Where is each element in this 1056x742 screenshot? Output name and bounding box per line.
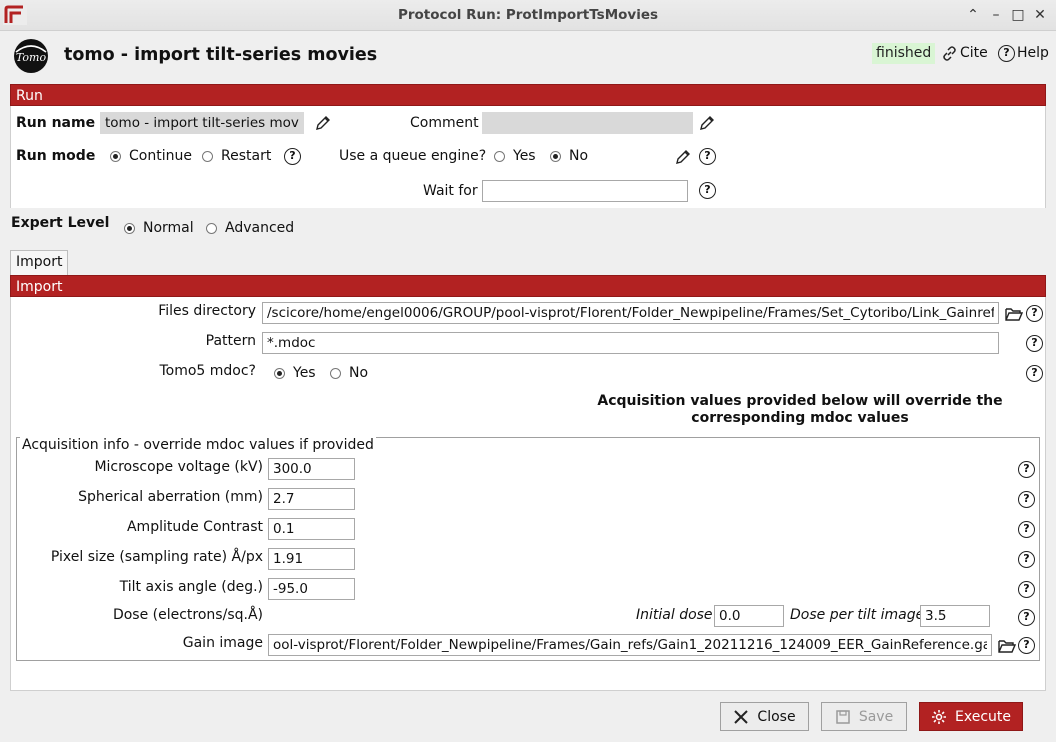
acquisition-legend: Acquisition info - override mdoc values … [20,437,376,453]
execute-button[interactable]: Execute [919,702,1023,731]
pattern-label: Pattern [205,333,256,349]
radio-unselected-icon [494,150,505,162]
help-icon[interactable]: ? [1018,521,1035,538]
help-icon[interactable]: ? [1018,609,1035,626]
pixel-size-input[interactable] [268,548,355,570]
cite-label: Cite [960,45,988,61]
status-badge: finished [872,43,936,64]
radio-selected-icon [550,150,561,162]
pencil-icon[interactable] [698,114,716,132]
tomo5-mdoc-label: Tomo5 mdoc? [159,363,256,379]
radio-unselected-icon [206,222,217,234]
override-note: Acquisition values provided below will o… [597,393,1003,426]
voltage-input[interactable] [268,458,355,480]
help-icon[interactable]: ? [1026,335,1043,352]
radio-selected-icon [110,150,121,162]
folder-open-icon[interactable] [998,638,1016,654]
page-title: tomo - import tilt-series movies [64,45,378,65]
run-section-header: Run [10,84,1046,106]
wait-for-input[interactable] [482,180,688,202]
spherical-aberration-input[interactable] [268,488,355,510]
pattern-input[interactable] [262,332,999,354]
close-button[interactable]: Close [720,702,809,731]
help-icon[interactable]: ? [1026,365,1043,382]
radio-unselected-icon [202,150,213,162]
files-directory-input[interactable] [262,302,999,324]
pencil-icon[interactable] [674,148,692,166]
tilt-axis-label: Tilt axis angle (deg.) [119,579,263,595]
help-icon[interactable]: ? [1018,581,1035,598]
voltage-label: Microscope voltage (kV) [94,459,263,475]
gain-image-label: Gain image [182,635,263,651]
dose-per-tilt-label: Dose per tilt image [790,607,925,623]
tomo-logo-icon: Tomo [14,39,48,73]
gear-icon [932,709,946,724]
comment-input[interactable] [482,112,693,134]
help-icon[interactable]: ? [699,148,716,165]
wait-for-label: Wait for [423,183,478,199]
folder-open-icon[interactable] [1005,306,1023,322]
queue-yes-radio[interactable]: Yes [494,148,536,164]
queue-engine-label: Use a queue engine? [339,148,487,164]
run-name-label: Run name [16,115,96,131]
radio-selected-icon [124,222,135,234]
app-icon [3,5,27,25]
spherical-aberration-label: Spherical aberration (mm) [78,489,263,505]
help-icon[interactable]: ? [1018,551,1035,568]
queue-no-radio[interactable]: No [550,148,588,164]
save-button[interactable]: Save [821,702,907,731]
tilt-axis-input[interactable] [268,578,355,600]
help-button[interactable]: ? Help [998,43,1049,64]
pixel-size-label: Pixel size (sampling rate) Å/px [50,549,263,565]
window-title: Protocol Run: ProtImportTsMovies [397,7,659,23]
expert-normal-radio[interactable]: Normal [124,220,194,236]
initial-dose-input[interactable] [714,605,784,627]
help-icon[interactable]: ? [699,182,716,199]
chevron-up-icon[interactable]: ⌃ [964,6,982,24]
cite-button[interactable]: Cite [941,43,988,64]
initial-dose-label: Initial dose [636,607,713,623]
amplitude-contrast-input[interactable] [268,518,355,540]
run-mode-label: Run mode [16,148,96,164]
help-icon[interactable]: ? [1026,305,1043,322]
files-directory-label: Files directory [158,303,256,319]
import-section-header: Import [10,275,1046,297]
minimize-icon[interactable]: – [987,6,1005,24]
radio-selected-icon [274,367,285,379]
svg-text:Tomo: Tomo [16,51,47,64]
expert-advanced-radio[interactable]: Advanced [206,220,294,236]
close-x-icon [734,709,749,724]
run-mode-restart-radio[interactable]: Restart [202,148,271,164]
help-icon[interactable]: ? [284,148,301,165]
run-name-input[interactable] [100,112,304,134]
window-titlebar: Protocol Run: ProtImportTsMovies ⌃ – □ ✕ [0,0,1056,31]
dose-label: Dose (electrons/sq.Å) [112,607,263,623]
pencil-icon[interactable] [314,114,332,132]
help-icon[interactable]: ? [1018,491,1035,508]
save-icon [836,709,850,724]
help-icon[interactable]: ? [1018,637,1035,654]
help-icon[interactable]: ? [1018,461,1035,478]
tomo5-yes-radio[interactable]: Yes [274,365,316,381]
close-icon[interactable]: ✕ [1031,6,1049,24]
help-icon: ? [998,45,1015,62]
radio-unselected-icon [330,367,341,379]
expert-level-label: Expert Level [11,215,110,231]
help-label: Help [1017,45,1049,61]
run-mode-continue-radio[interactable]: Continue [110,148,192,164]
link-icon [943,46,956,61]
tab-import[interactable]: Import [10,250,69,275]
comment-label: Comment [410,115,479,131]
dose-per-tilt-input[interactable] [920,605,990,627]
tomo5-no-radio[interactable]: No [330,365,368,381]
amplitude-contrast-label: Amplitude Contrast [126,519,263,535]
maximize-icon[interactable]: □ [1009,6,1027,24]
gain-image-input[interactable] [268,634,992,656]
